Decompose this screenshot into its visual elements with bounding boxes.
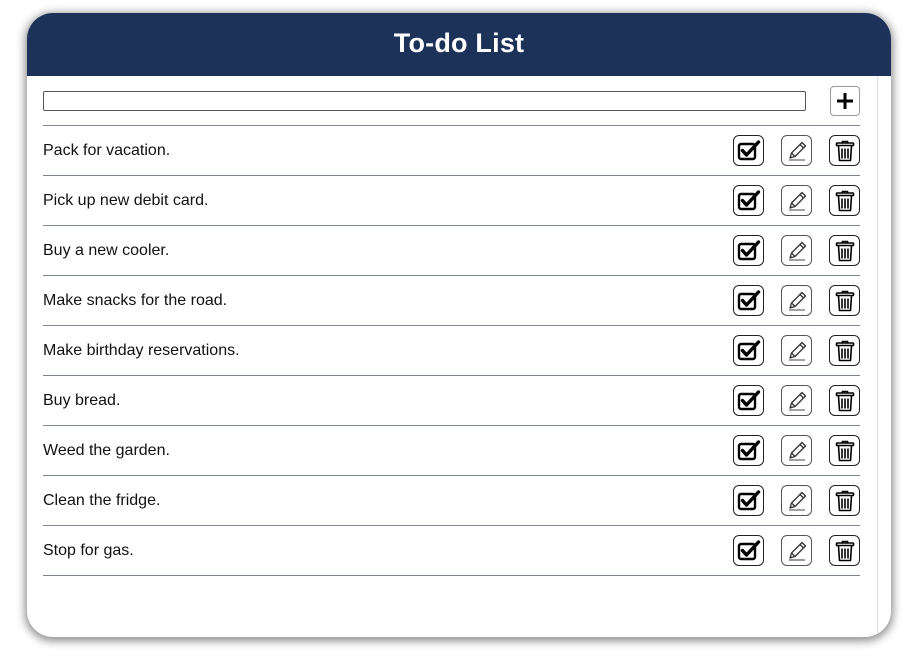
trash-icon bbox=[835, 440, 854, 461]
delete-button[interactable] bbox=[829, 435, 860, 466]
edit-button[interactable] bbox=[781, 435, 812, 466]
edit-button[interactable] bbox=[781, 285, 812, 316]
todo-item-text: Buy a new cooler. bbox=[43, 241, 170, 259]
todo-item-actions bbox=[733, 485, 860, 516]
complete-button[interactable] bbox=[733, 335, 764, 366]
page-title: To-do List bbox=[393, 28, 525, 58]
todo-item-text: Make birthday reservations. bbox=[43, 341, 240, 359]
delete-button[interactable] bbox=[829, 385, 860, 416]
todo-item: Stop for gas. bbox=[43, 526, 860, 576]
pencil-icon bbox=[788, 241, 806, 260]
header-bar: To-do List bbox=[27, 13, 891, 76]
complete-button[interactable] bbox=[733, 485, 764, 516]
todo-item: Weed the garden. bbox=[43, 426, 860, 476]
delete-button[interactable] bbox=[829, 185, 860, 216]
pencil-icon bbox=[788, 141, 806, 160]
edit-button[interactable] bbox=[781, 335, 812, 366]
todo-item: Buy a new cooler. bbox=[43, 226, 860, 276]
trash-icon bbox=[835, 190, 854, 211]
todo-list: Pack for vacation. Pick up new debit car… bbox=[43, 126, 860, 576]
pencil-icon bbox=[788, 391, 806, 410]
trash-icon bbox=[835, 340, 854, 361]
todo-item-actions bbox=[733, 285, 860, 316]
delete-button[interactable] bbox=[829, 285, 860, 316]
trash-icon bbox=[835, 390, 854, 411]
trash-icon bbox=[835, 290, 854, 311]
todo-item: Pick up new debit card. bbox=[43, 176, 860, 226]
edit-button[interactable] bbox=[781, 135, 812, 166]
checkbox-check-icon bbox=[737, 540, 761, 561]
edit-button[interactable] bbox=[781, 385, 812, 416]
todo-item-actions bbox=[733, 385, 860, 416]
todo-item-text: Weed the garden. bbox=[43, 441, 170, 459]
todo-item-text: Stop for gas. bbox=[43, 541, 134, 559]
checkbox-check-icon bbox=[737, 490, 761, 511]
todo-item: Make birthday reservations. bbox=[43, 326, 860, 376]
trash-icon bbox=[835, 540, 854, 561]
complete-button[interactable] bbox=[733, 235, 764, 266]
todo-item-actions bbox=[733, 135, 860, 166]
complete-button[interactable] bbox=[733, 385, 764, 416]
trash-icon bbox=[835, 140, 854, 161]
todo-item-actions bbox=[733, 435, 860, 466]
new-todo-input[interactable] bbox=[43, 90, 806, 111]
todo-card: To-do List Pack for vacation. Pick up ne… bbox=[27, 13, 891, 637]
complete-button[interactable] bbox=[733, 135, 764, 166]
todo-item-actions bbox=[733, 235, 860, 266]
scroll-edge bbox=[877, 76, 878, 637]
pencil-icon bbox=[788, 491, 806, 510]
edit-button[interactable] bbox=[781, 535, 812, 566]
pencil-icon bbox=[788, 191, 806, 210]
checkbox-check-icon bbox=[737, 240, 761, 261]
todo-item-actions bbox=[733, 535, 860, 566]
pencil-icon bbox=[788, 291, 806, 310]
checkbox-check-icon bbox=[737, 340, 761, 361]
todo-item-actions bbox=[733, 185, 860, 216]
checkbox-check-icon bbox=[737, 140, 761, 161]
trash-icon bbox=[835, 240, 854, 261]
checkbox-check-icon bbox=[737, 390, 761, 411]
todo-item: Pack for vacation. bbox=[43, 126, 860, 176]
checkbox-check-icon bbox=[737, 190, 761, 211]
todo-item: Buy bread. bbox=[43, 376, 860, 426]
todo-item-text: Pack for vacation. bbox=[43, 141, 171, 159]
add-todo-button[interactable] bbox=[830, 85, 860, 116]
complete-button[interactable] bbox=[733, 535, 764, 566]
trash-icon bbox=[835, 490, 854, 511]
todo-item-text: Buy bread. bbox=[43, 391, 121, 409]
pencil-icon bbox=[788, 441, 806, 460]
todo-item: Clean the fridge. bbox=[43, 476, 860, 526]
edit-button[interactable] bbox=[781, 235, 812, 266]
checkbox-check-icon bbox=[737, 440, 761, 461]
complete-button[interactable] bbox=[733, 435, 764, 466]
delete-button[interactable] bbox=[829, 535, 860, 566]
edit-button[interactable] bbox=[781, 485, 812, 516]
delete-button[interactable] bbox=[829, 335, 860, 366]
pencil-icon bbox=[788, 541, 806, 560]
todo-content: Pack for vacation. Pick up new debit car… bbox=[43, 76, 860, 576]
plus-icon bbox=[837, 92, 853, 109]
delete-button[interactable] bbox=[829, 485, 860, 516]
complete-button[interactable] bbox=[733, 285, 764, 316]
add-item-row bbox=[43, 76, 860, 126]
todo-item: Make snacks for the road. bbox=[43, 276, 860, 326]
checkbox-check-icon bbox=[737, 290, 761, 311]
edit-button[interactable] bbox=[781, 185, 812, 216]
pencil-icon bbox=[788, 341, 806, 360]
delete-button[interactable] bbox=[829, 235, 860, 266]
complete-button[interactable] bbox=[733, 185, 764, 216]
todo-item-text: Make snacks for the road. bbox=[43, 291, 228, 309]
todo-item-text: Pick up new debit card. bbox=[43, 191, 209, 209]
todo-item-text: Clean the fridge. bbox=[43, 491, 161, 509]
todo-item-actions bbox=[733, 335, 860, 366]
delete-button[interactable] bbox=[829, 135, 860, 166]
